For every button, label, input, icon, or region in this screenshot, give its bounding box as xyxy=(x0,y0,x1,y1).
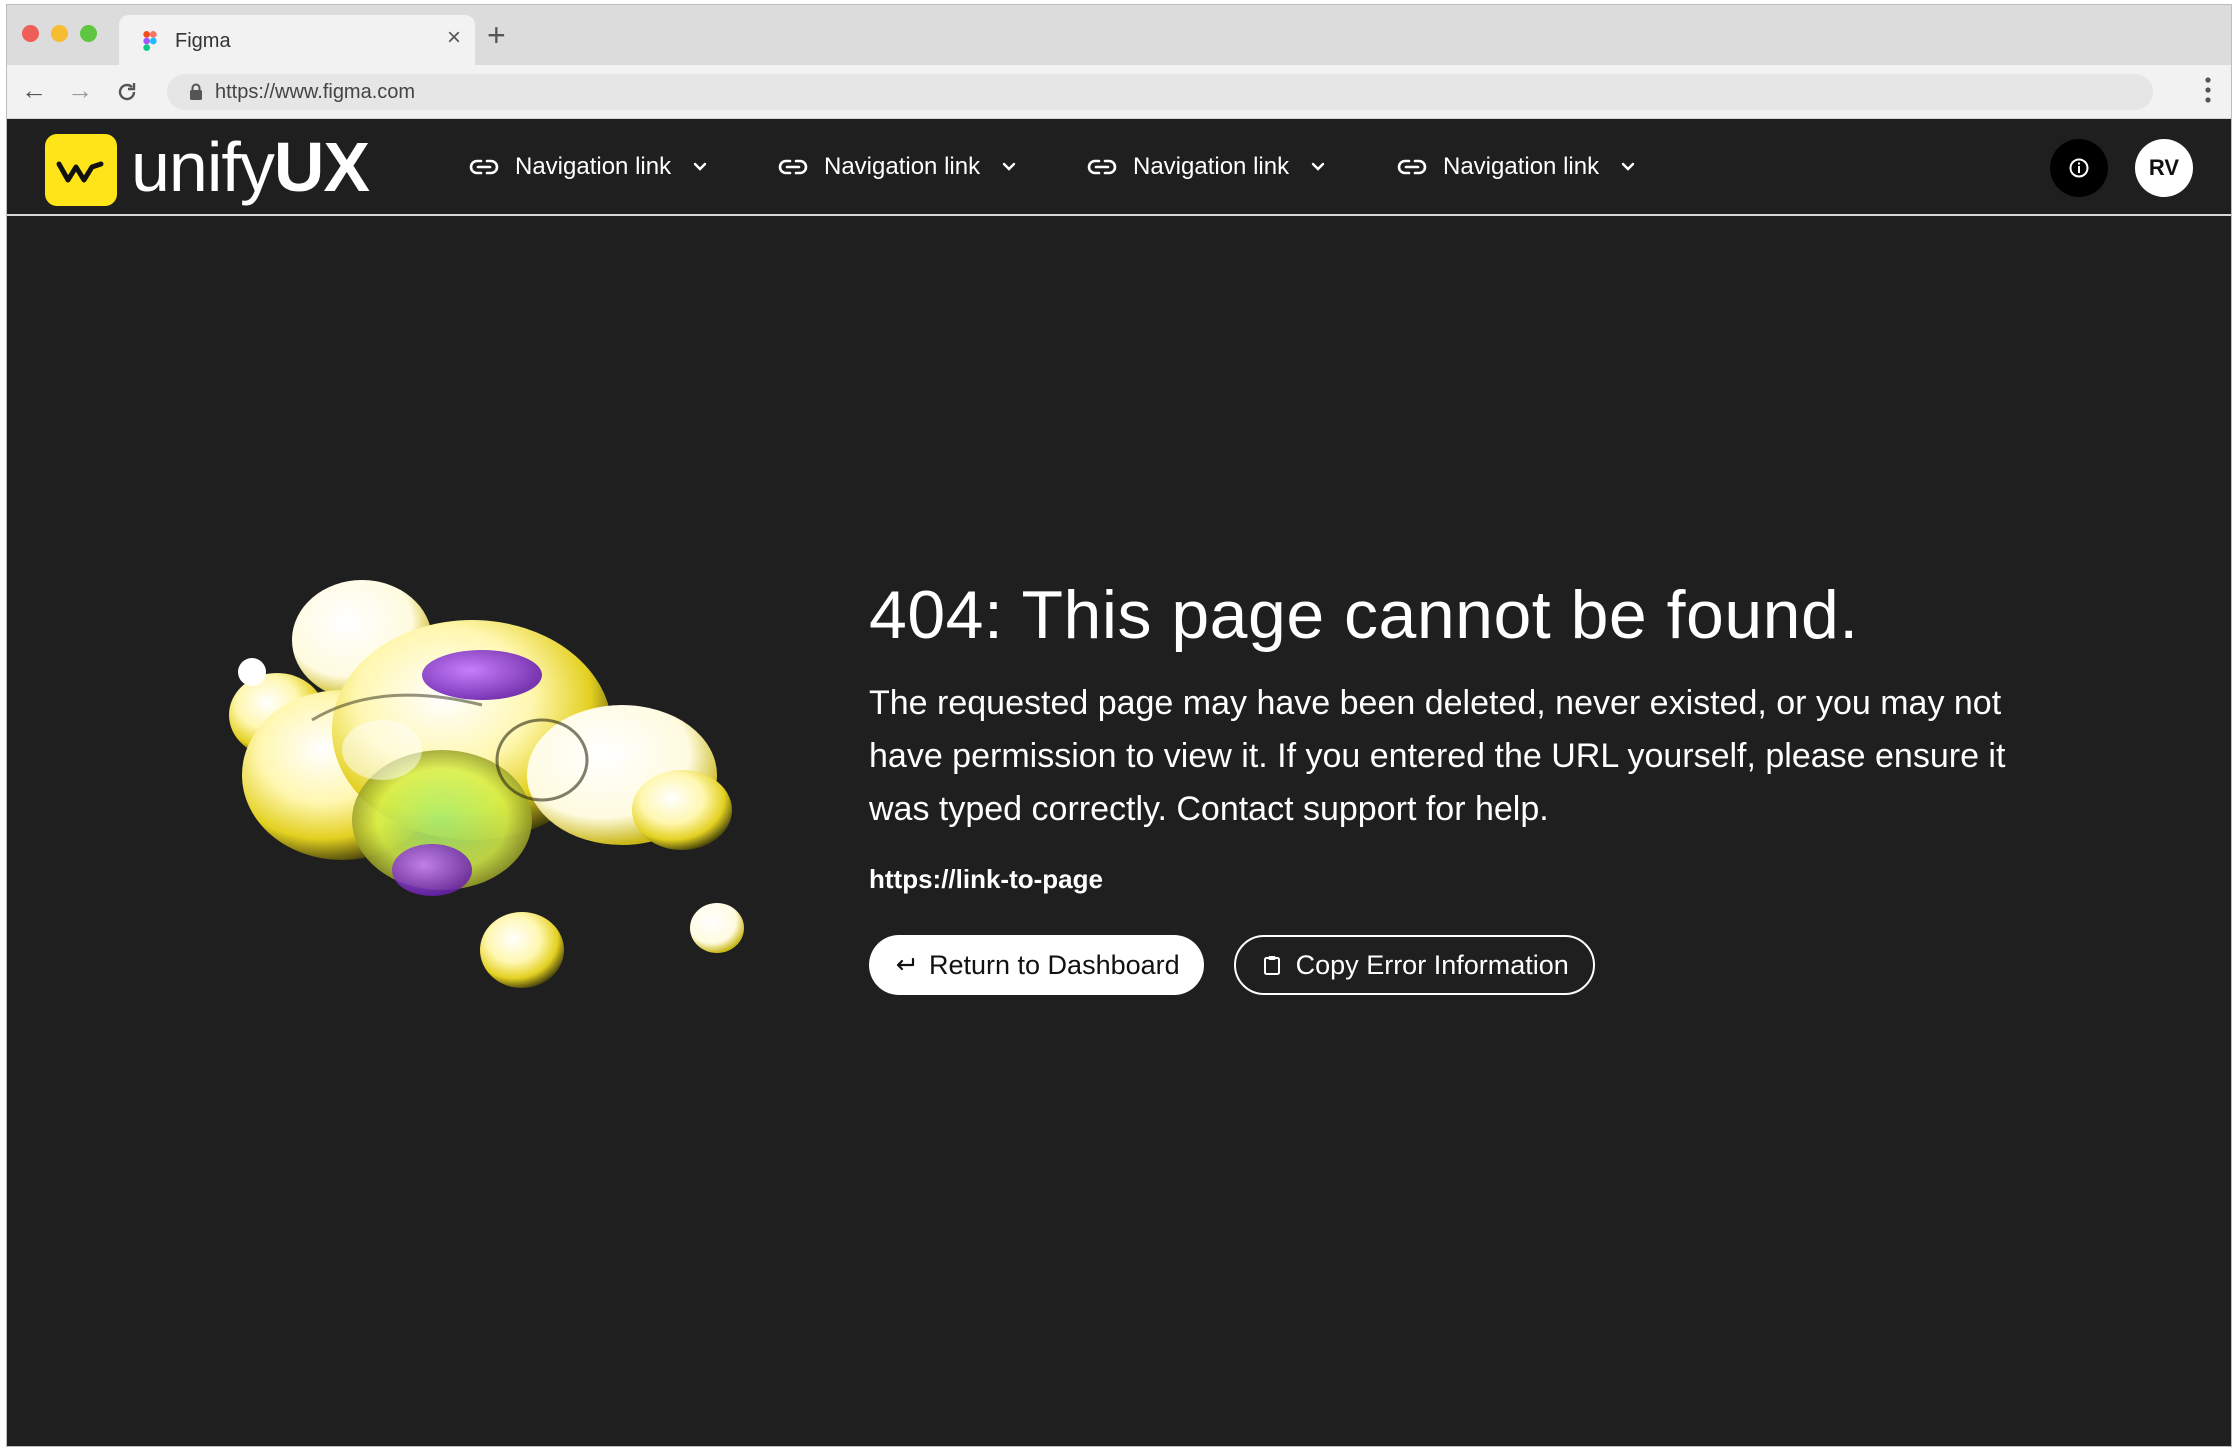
logo-mark[interactable] xyxy=(45,134,117,206)
close-window-button[interactable] xyxy=(22,25,39,42)
browser-window: Figma × + ← → https://www.figma.com unif… xyxy=(6,4,2232,1447)
chevron-down-icon xyxy=(693,162,707,171)
nav-link-4[interactable]: Navigation link xyxy=(1397,149,1635,185)
link-icon xyxy=(469,159,499,175)
link-icon xyxy=(1087,159,1117,175)
error-description: The requested page may have been deleted… xyxy=(869,684,2006,828)
tab-title: Figma xyxy=(175,30,231,52)
nav-link-3[interactable]: Navigation link xyxy=(1087,149,1325,185)
info-button[interactable] xyxy=(2050,139,2108,197)
error-link[interactable]: https://link-to-page xyxy=(869,864,2169,895)
abstract-blob-illustration xyxy=(229,580,744,988)
clipboard-icon xyxy=(1263,956,1280,975)
new-tab-button[interactable]: + xyxy=(487,19,506,51)
forward-arrow-icon[interactable]: → xyxy=(67,75,93,105)
app-header: unifyUX Navigation link Navigation link … xyxy=(7,119,2231,216)
chevron-down-icon xyxy=(1621,162,1635,171)
figma-icon xyxy=(143,31,157,51)
address-toolbar: ← → https://www.figma.com xyxy=(7,65,2231,119)
tab-strip: Figma × + xyxy=(7,5,2231,65)
url-bar[interactable]: https://www.figma.com xyxy=(167,74,2153,110)
copy-error-information-button[interactable]: Copy Error Information xyxy=(1233,935,1595,995)
back-arrow-icon[interactable]: ← xyxy=(21,75,47,105)
return-to-dashboard-label: Return to Dashboard xyxy=(929,949,1180,980)
nav-link-label: Navigation link xyxy=(824,153,981,180)
reload-icon[interactable] xyxy=(115,80,139,104)
lock-icon xyxy=(190,83,202,100)
error-actions: Return to Dashboard Copy Error Informati… xyxy=(869,935,2169,995)
more-options-icon[interactable] xyxy=(2205,77,2211,103)
link-icon xyxy=(778,159,808,175)
return-to-dashboard-button[interactable]: Return to Dashboard xyxy=(869,935,1204,995)
logo-text-bold: UX xyxy=(273,128,370,206)
logo-wordmark[interactable]: unifyUX xyxy=(131,128,370,206)
nav-link-label: Navigation link xyxy=(1443,153,1600,180)
error-content: 404: This page cannot be found. The requ… xyxy=(869,575,2169,995)
return-arrow-icon xyxy=(896,957,915,971)
copy-error-information-label: Copy Error Information xyxy=(1295,949,1569,980)
avatar[interactable]: RV xyxy=(2135,139,2193,197)
url-text: https://www.figma.com xyxy=(215,81,416,103)
nav-link-label: Navigation link xyxy=(1133,153,1290,180)
logo-icon xyxy=(56,161,104,183)
logo-text-light: unify xyxy=(131,128,275,206)
link-icon xyxy=(1397,159,1427,175)
chevron-down-icon xyxy=(1002,162,1016,171)
close-tab-icon[interactable]: × xyxy=(447,25,461,51)
info-icon xyxy=(2069,158,2089,178)
chevron-down-icon xyxy=(1311,162,1325,171)
nav-link-label: Navigation link xyxy=(515,153,672,180)
error-title: 404: This page cannot be found. xyxy=(869,577,1859,653)
maximize-window-button[interactable] xyxy=(80,25,97,42)
minimize-window-button[interactable] xyxy=(51,25,68,42)
browser-tab[interactable]: Figma × xyxy=(119,15,475,65)
nav-link-2[interactable]: Navigation link xyxy=(778,149,1016,185)
nav-link-1[interactable]: Navigation link xyxy=(469,149,707,185)
